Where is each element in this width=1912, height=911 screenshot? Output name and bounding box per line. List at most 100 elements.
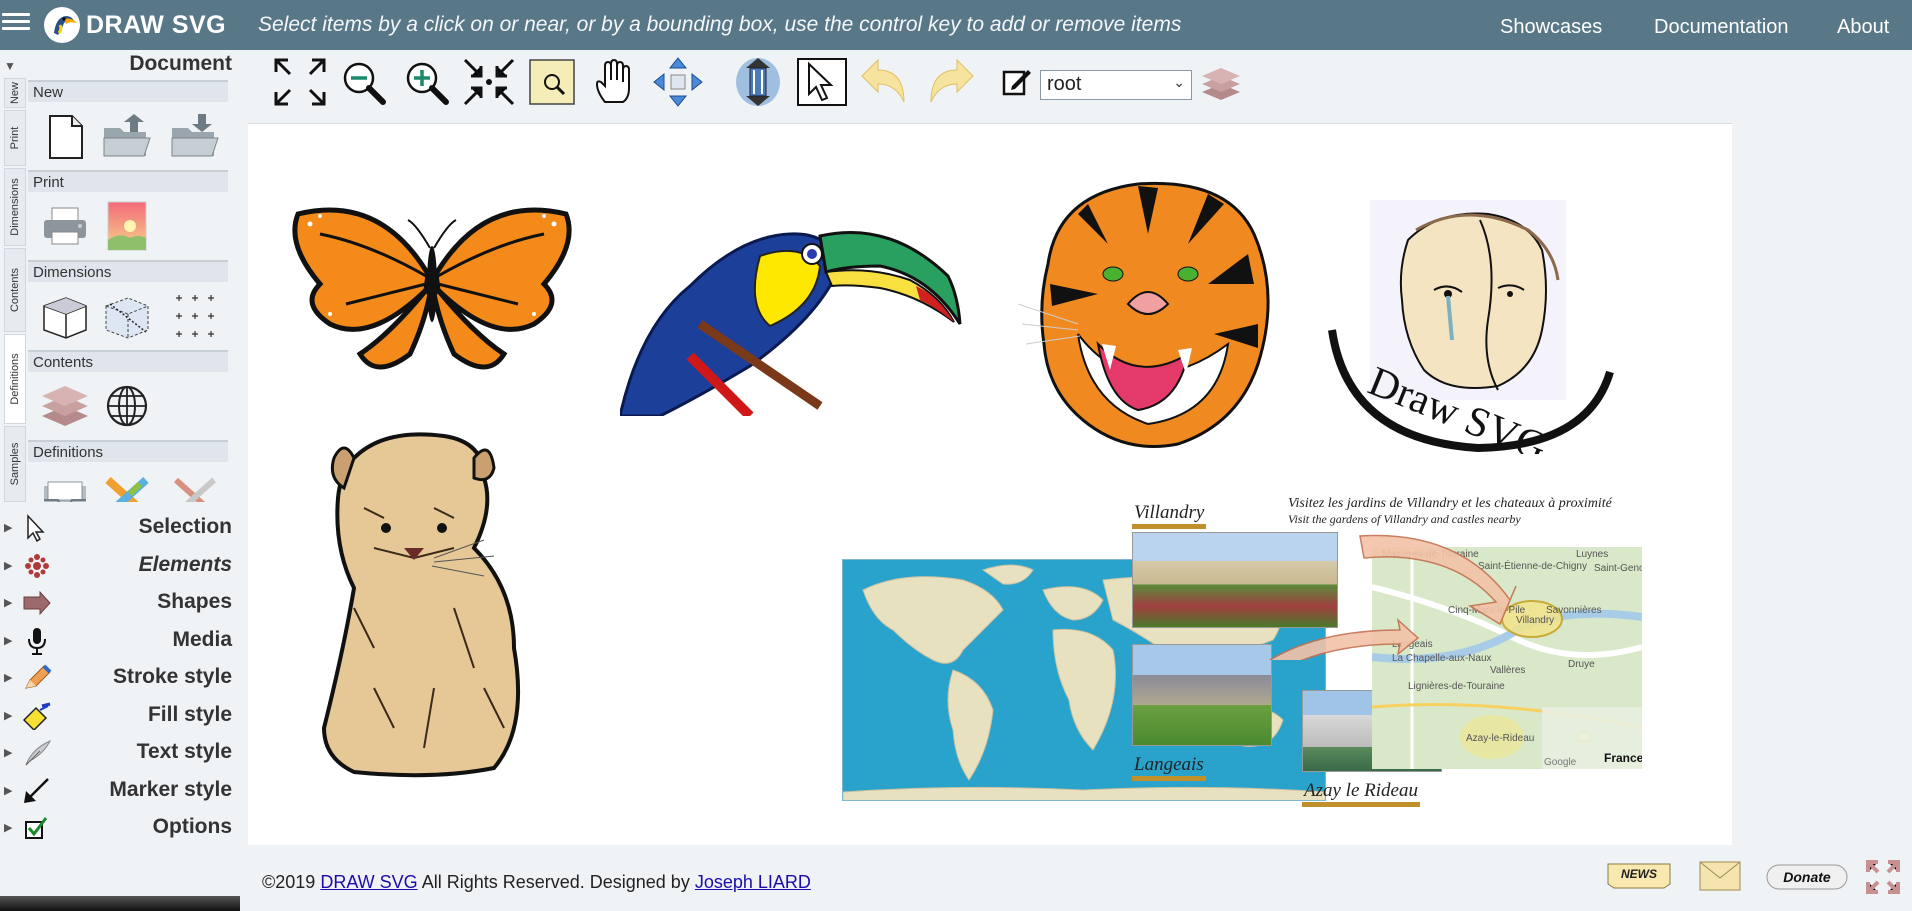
layers-icon[interactable]: [38, 380, 92, 432]
pencil-icon: [22, 664, 52, 692]
zoom-out-icon[interactable]: [335, 56, 391, 108]
vtab-print[interactable]: Print: [4, 110, 26, 166]
pan-hand-icon[interactable]: [587, 56, 643, 108]
category-shapes[interactable]: ▶ Shapes: [0, 585, 232, 621]
resize-icon[interactable]: [730, 56, 786, 108]
expand-triangle-icon[interactable]: ▶: [4, 596, 12, 609]
expand-triangle-icon[interactable]: ▶: [4, 671, 12, 684]
zoom-box-icon[interactable]: [524, 56, 580, 108]
move-arrows-icon[interactable]: [650, 56, 706, 108]
document-section-header[interactable]: ▼ Document: [0, 52, 232, 78]
category-elements[interactable]: ▶ Elements: [0, 548, 232, 584]
select-arrow-icon[interactable]: [795, 56, 851, 108]
category-options[interactable]: ▶ Options: [0, 810, 232, 846]
drawsvg-link[interactable]: DRAW SVG: [320, 872, 417, 892]
box-dimensions-icon[interactable]: [38, 290, 92, 342]
category-label: Marker style: [109, 778, 232, 801]
printer-icon[interactable]: [38, 200, 92, 252]
vtab-definitions[interactable]: Definitions: [4, 334, 26, 424]
category-label: Options: [152, 815, 232, 838]
category-label: Selection: [138, 515, 232, 538]
open-folder-icon[interactable]: [100, 110, 154, 162]
expand-triangle-icon[interactable]: ▶: [4, 784, 12, 797]
langeais-photo[interactable]: [1132, 644, 1272, 746]
panel-header-dimensions: Dimensions: [28, 260, 228, 282]
tiger-artwork[interactable]: [1017, 174, 1280, 454]
nav-documentation[interactable]: Documentation: [1654, 16, 1789, 39]
layer-select-value: root: [1047, 73, 1082, 95]
lion-cub-artwork[interactable]: [314, 428, 544, 780]
map-label: Vallères: [1490, 665, 1526, 676]
expand-triangle-icon[interactable]: ▶: [4, 521, 12, 534]
map-label: Druye: [1568, 659, 1595, 670]
map-label: Azay-le-Rideau: [1466, 733, 1535, 744]
category-media[interactable]: ▶ Media: [0, 623, 232, 659]
butterfly-artwork[interactable]: [290, 194, 574, 374]
edit-icon[interactable]: [1002, 66, 1032, 100]
category-label: Shapes: [157, 590, 232, 613]
expand-triangle-icon[interactable]: ▶: [4, 559, 12, 572]
redo-icon[interactable]: [921, 56, 977, 108]
panel-definitions: Definitions: [28, 440, 228, 502]
new-document-icon[interactable]: [38, 110, 92, 162]
category-fill-style[interactable]: ▶ Fill style: [0, 698, 232, 734]
category-stroke-style[interactable]: ▶ Stroke style: [0, 660, 232, 696]
category-label: Text style: [136, 740, 232, 763]
box-selection-icon[interactable]: [100, 290, 154, 342]
gradient-tools-icon[interactable]: [100, 470, 154, 502]
zoom-fit-icon[interactable]: [461, 56, 517, 108]
place-label-langeais[interactable]: Langeais: [1132, 754, 1206, 781]
author-link[interactable]: Joseph LIARD: [695, 872, 811, 892]
vtab-new[interactable]: New: [4, 78, 26, 108]
donate-label: Donate: [1783, 869, 1831, 885]
hamburger-menu-icon[interactable]: [2, 9, 30, 35]
category-label: Stroke style: [112, 665, 232, 688]
pattern-tools-icon[interactable]: [168, 470, 222, 502]
place-label-azay-le-rideau[interactable]: Azay le Rideau: [1302, 780, 1420, 807]
panel-header-definitions: Definitions: [28, 440, 228, 462]
mail-icon[interactable]: [1698, 860, 1742, 892]
news-label: NEWS: [1621, 867, 1657, 881]
brand-name[interactable]: DRAW SVG: [86, 11, 226, 40]
expand-triangle-icon[interactable]: ▶: [4, 709, 12, 722]
nav-showcases[interactable]: Showcases: [1500, 16, 1602, 39]
expand-triangle-icon[interactable]: ▶: [4, 821, 12, 834]
export-image-icon[interactable]: [100, 200, 154, 252]
panel-contents: Contents: [28, 350, 228, 440]
category-marker-style[interactable]: ▶ Marker style: [0, 773, 232, 809]
expand-triangle-icon[interactable]: ▶: [4, 634, 12, 647]
inbox-icon[interactable]: [38, 470, 92, 502]
vtab-samples[interactable]: Samples: [4, 426, 26, 502]
nav-about[interactable]: About: [1837, 16, 1889, 39]
zoom-in-icon[interactable]: [398, 56, 454, 108]
undo-icon[interactable]: [858, 56, 914, 108]
place-label-villandry[interactable]: Villandry: [1132, 502, 1207, 529]
donate-button[interactable]: Donate: [1766, 864, 1848, 890]
category-text-style[interactable]: ▶ Text style: [0, 735, 232, 771]
category-selection[interactable]: ▶ Selection: [0, 510, 232, 546]
fit-view-icon[interactable]: [272, 56, 328, 108]
category-label: Elements: [138, 553, 232, 576]
save-folder-icon[interactable]: [168, 110, 222, 162]
microphone-icon: [22, 627, 52, 655]
checkbox-icon: [22, 814, 52, 842]
document-title: Document: [129, 52, 232, 75]
layers-icon[interactable]: [1200, 62, 1242, 104]
paint-bucket-icon: [22, 702, 52, 732]
vtab-dimensions[interactable]: Dimensions: [4, 168, 26, 246]
marker-arrow-icon: [22, 777, 52, 805]
news-button[interactable]: NEWS: [1606, 860, 1672, 890]
toucan-artwork[interactable]: [618, 196, 970, 420]
map-label: Luynes: [1576, 549, 1609, 560]
expand-triangle-icon[interactable]: ▶: [4, 746, 12, 759]
drawsvg-logo-artwork[interactable]: Draw SVG: [1328, 200, 1616, 471]
collapse-triangle-icon[interactable]: ▼: [4, 59, 16, 73]
vertical-tabs: New Print Dimensions Contents Definition…: [4, 78, 26, 503]
globe-icon[interactable]: [100, 380, 154, 432]
fullscreen-icon[interactable]: [1866, 860, 1900, 894]
map-label: France: [1604, 751, 1642, 765]
sidebar-bottom-strip: [0, 896, 240, 911]
vtab-contents[interactable]: Contents: [4, 248, 26, 332]
layer-select[interactable]: root ⌄: [1040, 70, 1192, 100]
grid-icon[interactable]: [168, 290, 222, 342]
